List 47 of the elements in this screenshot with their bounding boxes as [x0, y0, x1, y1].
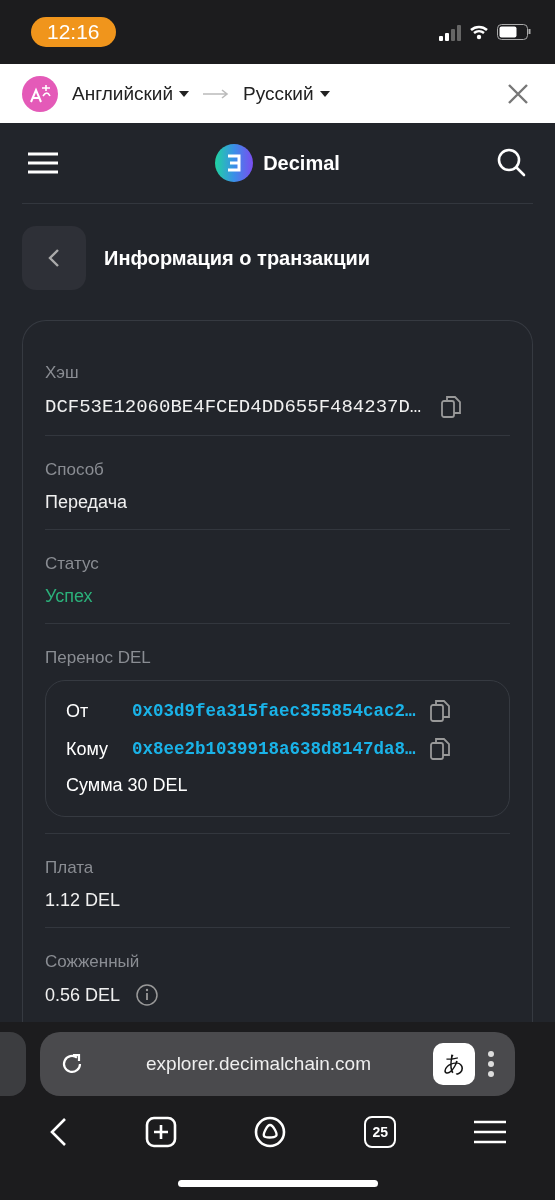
source-language-dropdown[interactable]: Английский [68, 82, 194, 105]
field-label: Перенос DEL [45, 648, 152, 668]
more-icon[interactable] [487, 1051, 495, 1077]
address-link[interactable]: 0x03d9fea315faec355854cac2… [132, 701, 416, 721]
assistant-icon[interactable] [254, 1116, 287, 1148]
field-label: Плата [45, 858, 95, 878]
copy-icon[interactable] [441, 395, 462, 419]
caret-icon [179, 90, 190, 97]
logo-icon [215, 144, 254, 182]
target-language-dropdown[interactable]: Русский [239, 82, 334, 105]
address-link[interactable]: 0x8ee2b1039918a638d8147da8… [132, 739, 416, 759]
caret-icon [319, 90, 330, 97]
amount-text: Сумма 30 DEL [66, 775, 189, 796]
menu-icon[interactable] [474, 1120, 507, 1144]
reload-icon[interactable] [60, 1052, 84, 1076]
field-label: Способ [45, 460, 105, 480]
translate-icon [22, 75, 58, 112]
address-bar[interactable]: explorer.decimalchain.com あ [40, 1032, 515, 1096]
to-label: Кому [66, 738, 110, 760]
copy-icon[interactable] [429, 699, 450, 723]
menu-icon[interactable] [28, 152, 58, 174]
page-title: Информация о транзакции [104, 246, 370, 270]
translate-button[interactable]: あ [433, 1043, 475, 1085]
from-label: От [66, 700, 90, 722]
info-icon[interactable] [136, 984, 159, 1006]
signal-icon [439, 23, 461, 41]
search-icon[interactable] [497, 148, 527, 178]
copy-icon[interactable] [429, 737, 450, 761]
hash-value: DCF53E12060BE4FCED4DD655F484237D… [45, 396, 422, 418]
status-value: Успех [45, 586, 94, 607]
field-label: Хэш [45, 363, 80, 383]
field-value: Передача [45, 492, 129, 513]
wifi-icon [469, 24, 489, 40]
battery-icon [497, 24, 531, 40]
logo-text: Decimal [263, 151, 340, 175]
field-label: Статус [45, 554, 100, 574]
field-label: Сожженный [45, 952, 141, 972]
url-text: explorer.decimalchain.com [145, 1053, 372, 1075]
tabs-button[interactable]: 25 [364, 1116, 397, 1148]
close-icon[interactable] [507, 82, 529, 105]
status-time: 12:16 [31, 17, 116, 47]
new-tab-icon[interactable] [144, 1116, 177, 1148]
field-value: 1.12 DEL [45, 890, 122, 911]
field-value: 0.56 DEL [45, 984, 121, 1006]
back-icon[interactable] [48, 1117, 67, 1147]
chevron-left-icon [48, 248, 60, 268]
arrow-icon [203, 88, 230, 99]
